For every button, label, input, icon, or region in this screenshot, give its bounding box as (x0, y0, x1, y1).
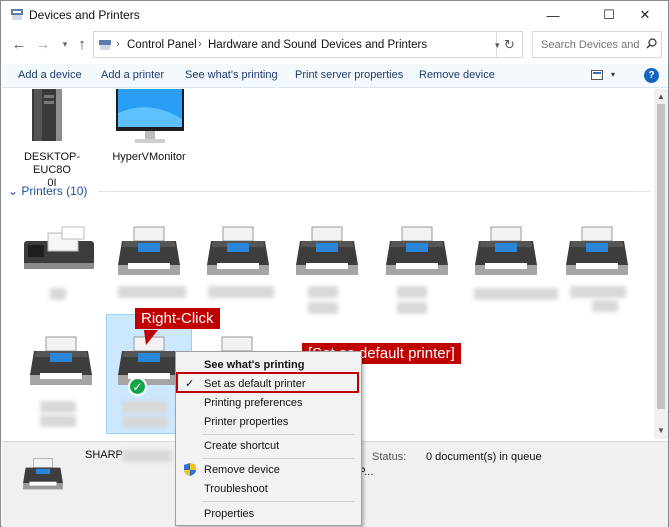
status-value: 0 document(s) in queue (426, 451, 542, 463)
menu-remove-device[interactable]: Remove device (204, 464, 280, 476)
highlight-set-default (176, 372, 359, 393)
blurred-printer-label (122, 416, 168, 428)
breadcrumb-separator: › (311, 38, 315, 50)
blurred-printer-label (592, 300, 618, 312)
default-printer-check-icon: ✓ (128, 377, 147, 396)
control-panel-icon (99, 40, 111, 50)
device-label-hypervmonitor: HyperVMonitor (112, 151, 186, 163)
search-box[interactable] (532, 31, 662, 58)
printer-icon[interactable] (203, 223, 273, 283)
window: Devices and Printers — ☐ ✕ ← → ▾ ↑ › Con… (0, 0, 669, 527)
blurred-printer-label (118, 286, 186, 298)
scroll-up-arrow-icon[interactable]: ▲ (657, 92, 665, 101)
uac-shield-icon (184, 463, 196, 476)
back-arrow-icon[interactable]: ← (10, 36, 28, 53)
title-bar: Devices and Printers — ☐ ✕ (1, 1, 668, 29)
menu-printing-preferences[interactable]: Printing preferences (204, 397, 302, 409)
refresh-button[interactable]: ↻ (497, 31, 523, 58)
printers-group-header[interactable]: ⌄ Printers (10) (8, 184, 87, 198)
window-title: Devices and Printers (29, 8, 140, 22)
printer-icon[interactable] (26, 333, 96, 393)
breadcrumb-control-panel[interactable]: Control Panel (127, 39, 197, 51)
see-whats-printing-command[interactable]: See what's printing (185, 69, 278, 81)
blurred-printer-label (50, 288, 66, 300)
fax-printer-icon[interactable] (22, 223, 96, 273)
callout-pointer (144, 330, 158, 345)
printer-icon[interactable] (114, 223, 184, 283)
close-button[interactable]: ✕ (622, 1, 668, 29)
right-click-callout: Right-Click (135, 308, 220, 329)
menu-separator (202, 501, 355, 502)
devices-printers-app-icon (11, 9, 23, 20)
minimize-button[interactable]: — (530, 1, 576, 29)
blurred-printer-label (308, 302, 338, 314)
change-view-icon[interactable] (591, 70, 603, 80)
breadcrumb-separator: › (116, 38, 120, 50)
desktop-computer-icon[interactable] (28, 89, 68, 141)
search-icon[interactable] (646, 38, 657, 49)
blurred-printer-label (40, 415, 76, 427)
group-collapse-chevron-icon[interactable]: ⌄ (8, 184, 18, 198)
printers-group-label: Printers (10) (21, 184, 88, 198)
printer-icon[interactable] (562, 223, 632, 283)
scrollbar-thumb[interactable] (657, 104, 665, 409)
blurred-printer-label (40, 401, 76, 413)
search-input[interactable] (541, 39, 641, 51)
blurred-printer-label (397, 286, 427, 298)
up-arrow-icon[interactable]: ↑ (73, 36, 91, 53)
blurred-printer-label (397, 302, 427, 314)
blurred-printer-label (122, 401, 168, 413)
selected-printer-small-icon (23, 458, 63, 490)
add-device-command[interactable]: Add a device (18, 69, 82, 81)
menu-properties[interactable]: Properties (204, 508, 254, 520)
blurred-printer-label (308, 286, 338, 298)
printer-icon[interactable] (471, 223, 541, 283)
view-options-chevron-icon[interactable]: ▾ (611, 70, 615, 79)
blurred-printer-label (474, 288, 558, 300)
scroll-down-arrow-icon[interactable]: ▼ (657, 426, 665, 435)
printer-icon[interactable] (292, 223, 362, 283)
monitor-icon[interactable] (115, 89, 185, 145)
remove-device-command[interactable]: Remove device (419, 69, 495, 81)
menu-troubleshoot[interactable]: Troubleshoot (204, 483, 268, 495)
breadcrumb-hardware-and-sound[interactable]: Hardware and Sound (208, 39, 317, 51)
vertical-scrollbar[interactable]: ▲ ▼ (654, 89, 668, 439)
blurred-printer-label (570, 286, 626, 298)
address-bar[interactable]: › Control Panel › Hardware and Sound › D… (93, 31, 500, 58)
menu-see-whats-printing[interactable]: See what's printing (204, 359, 304, 371)
recent-locations-chevron-icon[interactable]: ▾ (56, 39, 74, 50)
menu-create-shortcut[interactable]: Create shortcut (204, 440, 279, 452)
forward-arrow-icon[interactable]: → (34, 36, 52, 53)
breadcrumb-devices-and-printers[interactable]: Devices and Printers (321, 39, 427, 51)
printer-icon[interactable] (382, 223, 452, 283)
breadcrumb-separator: › (198, 38, 202, 50)
group-divider (98, 191, 650, 192)
command-bar: Add a device Add a printer See what's pr… (2, 64, 668, 88)
blurred-printer-name (122, 450, 172, 462)
menu-printer-properties[interactable]: Printer properties (204, 416, 288, 428)
help-icon[interactable]: ? (644, 68, 659, 83)
blurred-printer-label (208, 286, 274, 298)
add-printer-command[interactable]: Add a printer (101, 69, 164, 81)
status-label: Status: (372, 451, 407, 463)
menu-separator (202, 434, 355, 435)
menu-separator (202, 458, 355, 459)
selected-printer-name: SHARP (85, 449, 123, 461)
print-server-properties-command[interactable]: Print server properties (295, 69, 403, 81)
